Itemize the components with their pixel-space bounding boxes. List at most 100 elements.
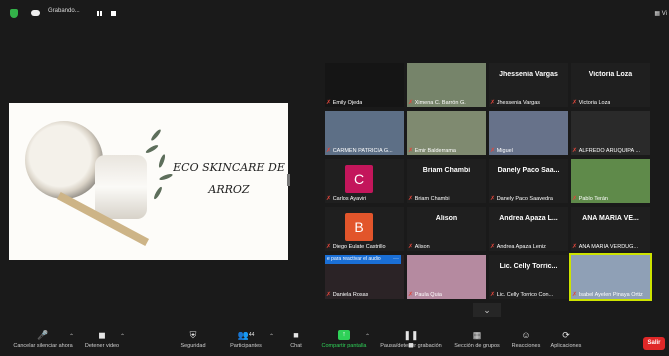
slide-title-line1: ECO SKINCARE DE: [173, 161, 285, 174]
share-screen-button[interactable]: ↑ Compartir pantalla: [318, 330, 370, 349]
participant-name-label: ✗ Lic. Celly Torrico Con...: [490, 291, 553, 298]
participant-display-name: Briam Chambi: [422, 167, 471, 174]
participant-tile[interactable]: Briam Chambi ✗ Briam Chambi: [407, 159, 486, 203]
participant-name: Carlos Ayaviri: [332, 196, 367, 202]
security-button[interactable]: ⛨ Seguridad: [175, 330, 211, 349]
pause-recording-label: Pausa/detener grabación: [380, 343, 442, 349]
participant-name: Andrea Apaza Leniz: [496, 244, 546, 250]
pause-recording-button[interactable]: ❚❚ ■ Pausa/detener grabación: [374, 330, 448, 350]
chat-bubble-icon: ■: [293, 330, 299, 340]
participant-display-name: Jhessenia Vargas: [499, 71, 558, 78]
stop-video-button[interactable]: ◼ Detener video: [78, 330, 126, 349]
participant-name-label: ✗ Danely Paco Saavedra: [490, 195, 553, 202]
stop-recording-icon[interactable]: [111, 11, 116, 16]
participant-tile[interactable]: Alison ✗ Alison: [407, 207, 486, 251]
participant-tile[interactable]: C ✗ Carlos Ayaviri: [325, 159, 404, 203]
participants-options-caret[interactable]: ⌃: [269, 333, 274, 340]
slide-title-line2: ARROZ: [208, 183, 250, 196]
participant-name: Victoria Loza: [578, 100, 611, 106]
more-options-button[interactable]: ···: [391, 255, 401, 264]
participant-tile[interactable]: ✗ Pablo Terán: [571, 159, 650, 203]
apps-button[interactable]: ⟳ Aplicaciones: [546, 330, 586, 349]
apps-label: Aplicaciones: [550, 343, 582, 349]
muted-mic-icon: ✗: [408, 292, 415, 298]
participant-name: Briam Chambi: [414, 196, 450, 202]
participant-tile[interactable]: ✗ Paula Quia: [407, 255, 486, 299]
muted-mic-icon: ✗: [572, 148, 579, 154]
participant-name-label: ✗ Paula Quia: [408, 291, 442, 298]
participant-name-label: ✗ Emily Ojeda: [326, 99, 362, 106]
leaf-decoration: [157, 153, 167, 169]
video-options-caret[interactable]: ⌃: [120, 333, 125, 340]
participant-tile[interactable]: ✗ ALFREDO ARUQUIPA ...: [571, 111, 650, 155]
mute-button[interactable]: 🎤 Cancelar silenciar ahora: [8, 330, 78, 349]
participant-tile[interactable]: ✗ Ximena C. Barrón G.: [407, 63, 486, 107]
reactions-label: Reacciones: [511, 343, 541, 349]
participant-tile[interactable]: Andrea Apaza L... ✗ Andrea Apaza Leniz: [489, 207, 568, 251]
participant-tile[interactable]: Lic. Celly Torric... ✗ Lic. Celly Torrico…: [489, 255, 568, 299]
chat-label: Chat: [290, 343, 302, 349]
participant-name: Emily Ojeda: [332, 100, 363, 106]
breakout-rooms-button[interactable]: ▦ Sección de grupos: [450, 330, 504, 349]
participant-name: Diego Eulate Castrillo: [332, 244, 386, 250]
view-menu[interactable]: ▦ Vi: [654, 10, 667, 17]
participant-name: Lic. Celly Torrico Con...: [496, 292, 554, 298]
reactions-button[interactable]: ☺ Reacciones: [506, 330, 546, 349]
participant-display-name: Lic. Celly Torric...: [499, 263, 558, 270]
cloud-recording-icon: [31, 10, 40, 16]
participant-name-label: ✗ CARMEN PATRICIA G...: [326, 147, 393, 154]
chat-button[interactable]: ■ Chat: [286, 330, 306, 349]
muted-mic-icon: ✗: [490, 292, 497, 298]
unmute-banner[interactable]: e para reactivar el audio: [325, 255, 391, 264]
participants-button[interactable]: 👥44 Participantes: [224, 330, 268, 349]
apps-icon: ⟳: [562, 330, 570, 340]
participant-name-label: ✗ Miguel: [490, 147, 513, 154]
participant-tile[interactable]: ✗ Miguel: [489, 111, 568, 155]
muted-mic-icon: ✗: [490, 244, 497, 250]
splitter-handle[interactable]: [287, 174, 290, 186]
muted-mic-icon: ✗: [326, 292, 333, 298]
muted-mic-icon: ✗: [572, 100, 579, 106]
muted-mic-icon: ✗: [326, 196, 333, 202]
participant-name: Jhessenia Vargas: [496, 100, 541, 106]
participant-name: Miguel: [496, 148, 513, 154]
leave-button[interactable]: Salir: [643, 337, 665, 350]
participant-name: Danely Paco Saavedra: [496, 196, 553, 202]
participant-tile[interactable]: ANA MARIA VE... ✗ ANA MARIA VERDUG...: [571, 207, 650, 251]
pause-recording-icon[interactable]: [97, 11, 99, 16]
muted-mic-icon: ✗: [490, 148, 497, 154]
rice-bowl-image: [25, 121, 103, 199]
participant-tile[interactable]: ✗ Emily Ojeda: [325, 63, 404, 107]
participant-name-label: ✗ Diego Eulate Castrillo: [326, 243, 386, 250]
participant-gallery: ✗ Emily Ojeda ✗ Ximena C. Barrón G. Jhesse…: [325, 63, 652, 301]
muted-mic-icon: ✗: [326, 244, 333, 250]
participant-name-label: ✗ Carlos Ayaviri: [326, 195, 366, 202]
leaf-decoration: [144, 143, 160, 155]
muted-mic-icon: ✗: [408, 148, 415, 154]
shield-icon: ⛨: [189, 330, 197, 340]
share-options-caret[interactable]: ⌃: [365, 333, 370, 340]
scroll-down-button[interactable]: ⌄: [473, 303, 501, 317]
participant-tile[interactable]: Victoria Loza ✗ Victoria Loza: [571, 63, 650, 107]
participant-display-name: ANA MARIA VE...: [582, 215, 639, 222]
participant-tile[interactable]: B ✗ Diego Eulate Castrillo: [325, 207, 404, 251]
participant-tile[interactable]: Danely Paco Saa... ✗ Danely Paco Saavedra: [489, 159, 568, 203]
participant-avatar: C: [345, 165, 373, 193]
participant-display-name: Victoria Loza: [588, 71, 633, 78]
participant-tile[interactable]: Jhessenia Vargas ✗ Jhessenia Vargas: [489, 63, 568, 107]
share-label: Compartir pantalla: [321, 343, 367, 349]
participant-name-label: ✗ Ximena C. Barrón G.: [408, 99, 466, 106]
participant-name-label: ✗ ALFREDO ARUQUIPA ...: [572, 147, 640, 154]
video-camera-icon: ◼: [98, 330, 106, 340]
video-label: Detener video: [84, 343, 120, 349]
participant-display-name: Danely Paco Saa...: [497, 167, 560, 174]
participant-tile[interactable]: ✗ CARMEN PATRICIA G...: [325, 111, 404, 155]
participant-tile[interactable]: ✗ Emir Balderrama: [407, 111, 486, 155]
audio-options-caret[interactable]: ⌃: [69, 333, 74, 340]
participant-tile[interactable]: ✗ Isabel Ayelen Pinaya Ortiz: [569, 253, 652, 301]
muted-mic-icon: ✗: [408, 196, 415, 202]
participant-name: Emir Balderrama: [414, 148, 456, 154]
muted-mic-icon: ✗: [490, 100, 497, 106]
encryption-shield-icon[interactable]: [10, 9, 18, 18]
participant-name: Daniela Rosas: [332, 292, 369, 298]
